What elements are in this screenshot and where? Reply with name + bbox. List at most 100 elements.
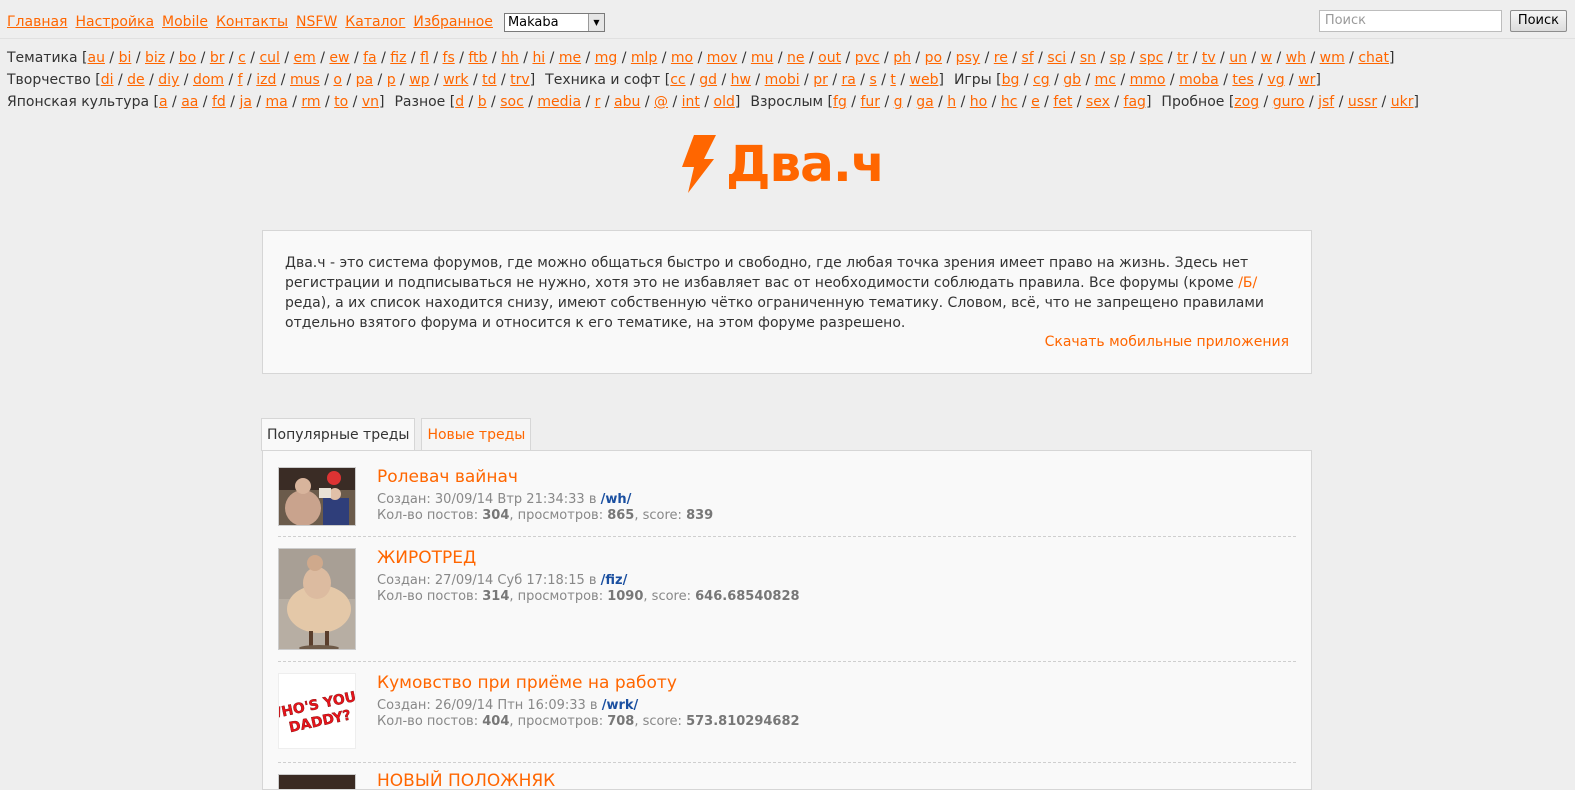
board-link-ga[interactable]: ga [916, 94, 933, 110]
thread-thumbnail[interactable] [278, 774, 356, 789]
board-link-jsf[interactable]: jsf [1318, 94, 1334, 110]
board-link-w[interactable]: w [1261, 50, 1272, 66]
board-link-po[interactable]: po [925, 50, 942, 66]
thread-title[interactable]: Кумовство при приёме на работу [377, 673, 677, 693]
thread-thumbnail[interactable] [278, 548, 356, 650]
thread-title[interactable]: ЖИРОТРЕД [377, 548, 476, 568]
board-link-hi[interactable]: hi [532, 50, 545, 66]
board-link-pa[interactable]: pa [356, 72, 373, 88]
board-link-tr[interactable]: tr [1177, 50, 1188, 66]
site-logo[interactable]: Два.ч [680, 134, 885, 194]
board-link-fag[interactable]: fag [1124, 94, 1146, 110]
board-link-pr[interactable]: pr [813, 72, 828, 88]
thread-thumbnail[interactable]: WHO'S YOUR DADDY? [278, 673, 356, 749]
tab-new-threads[interactable]: Новые треды [421, 418, 532, 450]
board-link-de[interactable]: de [127, 72, 145, 88]
board-link-fet[interactable]: fet [1053, 94, 1072, 110]
board-link[interactable]: /wh/ [601, 492, 632, 507]
board-link-e[interactable]: e [1031, 94, 1040, 110]
board-link-br[interactable]: br [210, 50, 225, 66]
board-link-wm[interactable]: wm [1320, 50, 1345, 66]
board-link-ho[interactable]: ho [970, 94, 987, 110]
board-link-wr[interactable]: wr [1298, 72, 1315, 88]
board-link-s[interactable]: s [869, 72, 876, 88]
board-link-soc[interactable]: soc [500, 94, 524, 110]
board-link-trv[interactable]: trv [510, 72, 530, 88]
board-link-ne[interactable]: ne [787, 50, 805, 66]
board-link-out[interactable]: out [818, 50, 841, 66]
board-link-sp[interactable]: sp [1110, 50, 1126, 66]
board-link-int[interactable]: int [682, 94, 700, 110]
board-link-izd[interactable]: izd [256, 72, 276, 88]
mobile-apps-link[interactable]: Скачать мобильные приложения [1045, 332, 1289, 352]
board-link-mlp[interactable]: mlp [631, 50, 657, 66]
board-link-mmo[interactable]: mmo [1130, 72, 1166, 88]
board-link-fd[interactable]: fd [212, 94, 226, 110]
board-link-ra[interactable]: ra [842, 72, 856, 88]
board-link-ukr[interactable]: ukr [1391, 94, 1414, 110]
board-link-sf[interactable]: sf [1021, 50, 1033, 66]
b-board-link[interactable]: /Б/ [1238, 275, 1257, 291]
board-link-mg[interactable]: mg [595, 50, 618, 66]
nav-link-mobile[interactable]: Mobile [162, 14, 208, 30]
board-link-o[interactable]: o [333, 72, 342, 88]
board-link-sex[interactable]: sex [1086, 94, 1110, 110]
board-link-d[interactable]: d [455, 94, 464, 110]
board-link-ja[interactable]: ja [239, 94, 251, 110]
board-link-bi[interactable]: bi [119, 50, 132, 66]
board-link-td[interactable]: td [482, 72, 496, 88]
nav-link-settings[interactable]: Настройка [75, 14, 154, 30]
board-link-guro[interactable]: guro [1273, 94, 1305, 110]
board-link-fs[interactable]: fs [443, 50, 455, 66]
board-link-hh[interactable]: hh [501, 50, 519, 66]
board-link-cg[interactable]: cg [1033, 72, 1050, 88]
board-link-fl[interactable]: fl [420, 50, 429, 66]
nav-link-main[interactable]: Главная [7, 14, 67, 30]
board-link-fiz[interactable]: fiz [390, 50, 406, 66]
board-link-fg[interactable]: fg [833, 94, 847, 110]
board-link-vg[interactable]: vg [1267, 72, 1284, 88]
thread-title[interactable]: НОВЫЙ ПОЛОЖНЯК [377, 771, 555, 789]
board-link-re[interactable]: re [994, 50, 1008, 66]
board-link-fa[interactable]: fa [363, 50, 377, 66]
board-link-ussr[interactable]: ussr [1348, 94, 1377, 110]
board-link-ma[interactable]: ma [266, 94, 288, 110]
board-link-chat[interactable]: chat [1358, 50, 1389, 66]
board-link-p[interactable]: p [387, 72, 396, 88]
board-link-spc[interactable]: spc [1139, 50, 1163, 66]
board-link-a[interactable]: a [159, 94, 168, 110]
board-link-mu[interactable]: mu [751, 50, 774, 66]
board-link-ftb[interactable]: ftb [468, 50, 487, 66]
board-link-@[interactable]: @ [654, 94, 668, 110]
board-link-dom[interactable]: dom [193, 72, 224, 88]
board-link-zog[interactable]: zog [1234, 94, 1259, 110]
board-link-pvc[interactable]: pvc [855, 50, 880, 66]
board-link-diy[interactable]: diy [158, 72, 179, 88]
nav-link-favorites[interactable]: Избранное [413, 14, 493, 30]
board-link-em[interactable]: em [294, 50, 316, 66]
board-link-mov[interactable]: mov [707, 50, 738, 66]
board-link-mus[interactable]: mus [290, 72, 320, 88]
nav-link-contacts[interactable]: Контакты [216, 14, 288, 30]
style-select[interactable]: Makaba ▼ [503, 12, 605, 32]
board-link-vn[interactable]: vn [362, 94, 379, 110]
board-link-gd[interactable]: gd [699, 72, 717, 88]
board-link-di[interactable]: di [101, 72, 114, 88]
board-link-sci[interactable]: sci [1047, 50, 1066, 66]
board-link-aa[interactable]: aa [181, 94, 198, 110]
board-link-me[interactable]: me [559, 50, 581, 66]
search-button[interactable]: Поиск [1509, 10, 1567, 32]
board-link-mo[interactable]: mo [671, 50, 693, 66]
board-link-tes[interactable]: tes [1232, 72, 1253, 88]
board-link-gb[interactable]: gb [1063, 72, 1081, 88]
board-link-mobi[interactable]: mobi [765, 72, 800, 88]
nav-link-catalog[interactable]: Каталог [345, 14, 405, 30]
board-link-ew[interactable]: ew [329, 50, 349, 66]
board-link-wh[interactable]: wh [1286, 50, 1306, 66]
board-link-c[interactable]: c [238, 50, 246, 66]
board-link-hw[interactable]: hw [731, 72, 751, 88]
board-link-bo[interactable]: bo [179, 50, 196, 66]
board-link-psy[interactable]: psy [956, 50, 980, 66]
board-link-b[interactable]: b [478, 94, 487, 110]
nav-link-nsfw[interactable]: NSFW [296, 14, 337, 30]
